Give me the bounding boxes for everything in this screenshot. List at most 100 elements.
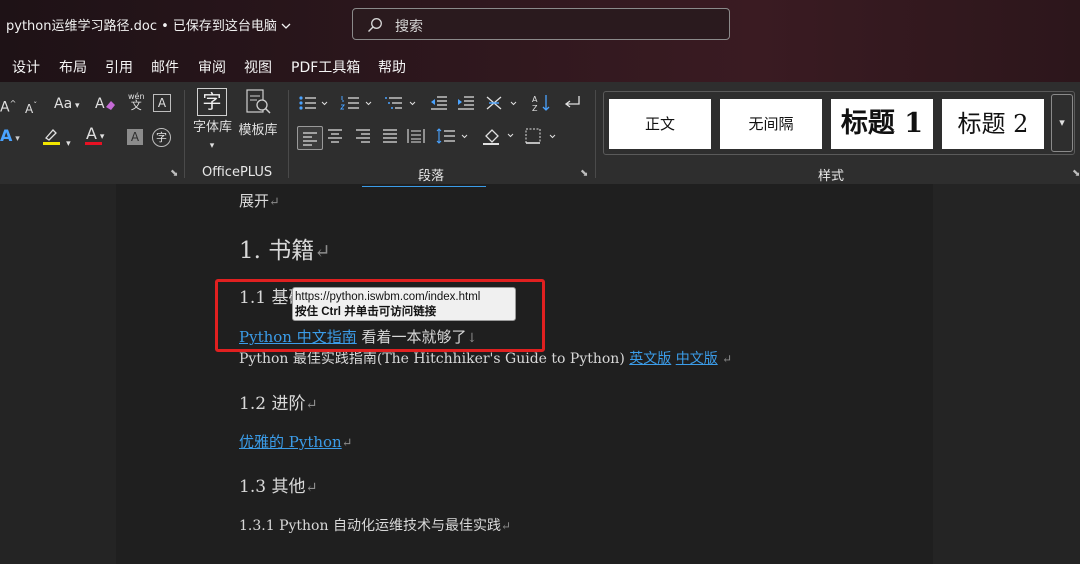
- style-heading-2[interactable]: 标题 2: [942, 99, 1044, 149]
- menu-tabs: 设计 布局 引用 邮件 审阅 视图 PDF工具箱 帮助: [0, 48, 1080, 82]
- shrink-font-button[interactable]: Aˇ: [25, 98, 37, 117]
- document-page[interactable]: 展开↵ 1. 书籍↵ 1.1 基础 Python 中文指南 看着一本就够了↓ P…: [116, 184, 933, 564]
- tab-references[interactable]: 引用: [105, 57, 133, 77]
- tab-mailings[interactable]: 邮件: [151, 57, 179, 77]
- asian-layout-button[interactable]: [485, 94, 519, 117]
- tab-review[interactable]: 审阅: [198, 57, 226, 77]
- paragraph-mark: ↵: [305, 397, 318, 413]
- elegant-python-link[interactable]: 优雅的 Python: [239, 433, 342, 451]
- template-library-label: 模板库: [238, 123, 278, 138]
- grow-font-button[interactable]: A^: [0, 96, 16, 116]
- align-center-icon[interactable]: [326, 127, 344, 150]
- heading-automation: 1.3.1 Python 自动化运维技术与最佳实践↵: [239, 515, 511, 535]
- tab-view[interactable]: 视图: [244, 57, 272, 77]
- paragraph-mark: ↵: [500, 519, 511, 533]
- heading-books-text: 1. 书籍: [239, 238, 315, 264]
- heading-books: 1. 书籍↵: [239, 231, 331, 265]
- increase-indent-icon[interactable]: [457, 95, 475, 116]
- highlight-color-button[interactable]: ▾: [42, 126, 71, 152]
- chevron-down-icon: ▾: [209, 141, 215, 151]
- line-spacing-icon: [436, 128, 468, 144]
- officeplus-group-label: OfficePLUS: [202, 165, 273, 180]
- search-box[interactable]: 搜索: [352, 8, 730, 40]
- shading-button[interactable]: [482, 126, 516, 151]
- character-border-button[interactable]: A: [153, 94, 171, 112]
- change-case-button[interactable]: Aa ▾: [54, 96, 80, 114]
- svg-text:A: A: [532, 95, 538, 104]
- styles-group-label: 样式: [818, 169, 845, 184]
- numbering-button[interactable]: [340, 95, 372, 116]
- grow-font-label: A: [0, 99, 10, 116]
- paragraph-dialog-launcher-icon[interactable]: ⬊: [580, 168, 588, 179]
- enclose-characters-button[interactable]: 字: [152, 128, 171, 147]
- heading-automation-text: 1.3.1 Python 自动化运维技术与最佳实践: [239, 518, 501, 534]
- expand-text: 展开↵: [239, 190, 280, 211]
- character-shading-label: A: [130, 130, 140, 144]
- decrease-indent-icon[interactable]: [430, 95, 448, 116]
- asian-layout-icon: [486, 96, 517, 110]
- clear-formatting-icon[interactable]: A: [94, 93, 116, 118]
- character-shading-button[interactable]: A: [127, 129, 143, 145]
- ribbon-separator: [184, 90, 185, 178]
- title-bar: python运维学习路径.doc • 已保存到这台电脑 搜索: [0, 0, 1080, 48]
- style-heading-1[interactable]: 标题 1: [831, 99, 933, 149]
- enclose-characters-label: 字: [156, 131, 167, 144]
- line-spacing-button[interactable]: [436, 127, 470, 150]
- annotation-highlight-box: [215, 279, 545, 352]
- distributed-icon[interactable]: [407, 127, 425, 150]
- phonetic-guide-button[interactable]: wén 文: [128, 92, 145, 111]
- change-case-label: Aa: [54, 96, 73, 112]
- styles-more-button[interactable]: ▾: [1051, 94, 1073, 152]
- numbering-icon: [340, 96, 372, 110]
- tab-layout[interactable]: 布局: [59, 57, 87, 77]
- svg-text:Z: Z: [532, 104, 538, 112]
- paragraph-mark: ↵: [314, 240, 331, 263]
- paragraph-mark: ↵: [305, 480, 318, 496]
- line-elegant-python: 优雅的 Python↵: [239, 431, 352, 452]
- tab-design[interactable]: 设计: [12, 57, 40, 77]
- font-library-label: 字体库: [193, 120, 233, 135]
- ribbon-separator: [288, 90, 289, 178]
- multilevel-list-icon: [385, 97, 416, 109]
- borders-icon: [525, 128, 556, 144]
- font-library-icon: 字: [197, 88, 227, 116]
- ribbon-separator: [595, 90, 596, 178]
- text-effects-button[interactable]: A ▾: [0, 128, 20, 147]
- document-area: 展开↵ 1. 书籍↵ 1.1 基础 Python 中文指南 看着一本就够了↓ P…: [0, 184, 1080, 564]
- styles-dialog-launcher-icon[interactable]: ⬊: [1072, 168, 1080, 179]
- expand-text-value: 展开: [239, 192, 270, 210]
- ribbon: A^ Aˇ Aa ▾ A wén 文 A A ▾ ▾ A ▾ A 字 ⬊ 字 字…: [0, 82, 1080, 185]
- show-formatting-marks-icon[interactable]: [562, 94, 582, 117]
- tab-pdf-toolbox[interactable]: PDF工具箱: [291, 57, 360, 77]
- font-dialog-launcher-icon[interactable]: ⬊: [170, 168, 178, 179]
- font-color-label: A: [86, 124, 97, 143]
- document-title-text: python运维学习路径.doc • 已保存到这台电脑: [6, 19, 277, 34]
- bullets-icon: [299, 96, 328, 110]
- shrink-font-label: A: [25, 102, 34, 116]
- line-best-practices-text: Python 最佳实践指南(The Hitchhiker's Guide to …: [239, 351, 630, 367]
- search-icon: [368, 18, 382, 32]
- sort-icon[interactable]: A Z: [532, 94, 552, 117]
- font-library-button[interactable]: 字 字体库 ▾: [193, 88, 233, 154]
- search-placeholder: 搜索: [395, 19, 423, 35]
- borders-button[interactable]: [524, 127, 558, 150]
- heading-advanced-text: 1.2 进阶: [239, 394, 306, 414]
- bullets-button[interactable]: [298, 95, 328, 116]
- justify-icon[interactable]: [381, 127, 399, 150]
- document-title[interactable]: python运维学习路径.doc • 已保存到这台电脑: [6, 15, 291, 34]
- chevron-down-icon[interactable]: [281, 20, 291, 33]
- chevron-down-icon: ▾: [1059, 116, 1065, 129]
- multilevel-list-button[interactable]: [384, 95, 416, 116]
- align-left-button[interactable]: [297, 126, 323, 150]
- style-normal[interactable]: 正文: [609, 99, 711, 149]
- font-color-swatch: [85, 142, 102, 145]
- partially-visible-link[interactable]: [362, 184, 486, 187]
- tab-help[interactable]: 帮助: [378, 57, 406, 77]
- template-library-button[interactable]: 模板库: [238, 88, 278, 139]
- heading-others: 1.3 其他↵: [239, 472, 318, 497]
- align-right-icon[interactable]: [354, 127, 372, 150]
- style-no-spacing[interactable]: 无间隔: [720, 99, 822, 149]
- chinese-version-link[interactable]: 中文版: [676, 351, 718, 367]
- english-version-link[interactable]: 英文版: [629, 351, 671, 367]
- paint-bucket-icon: [483, 129, 514, 145]
